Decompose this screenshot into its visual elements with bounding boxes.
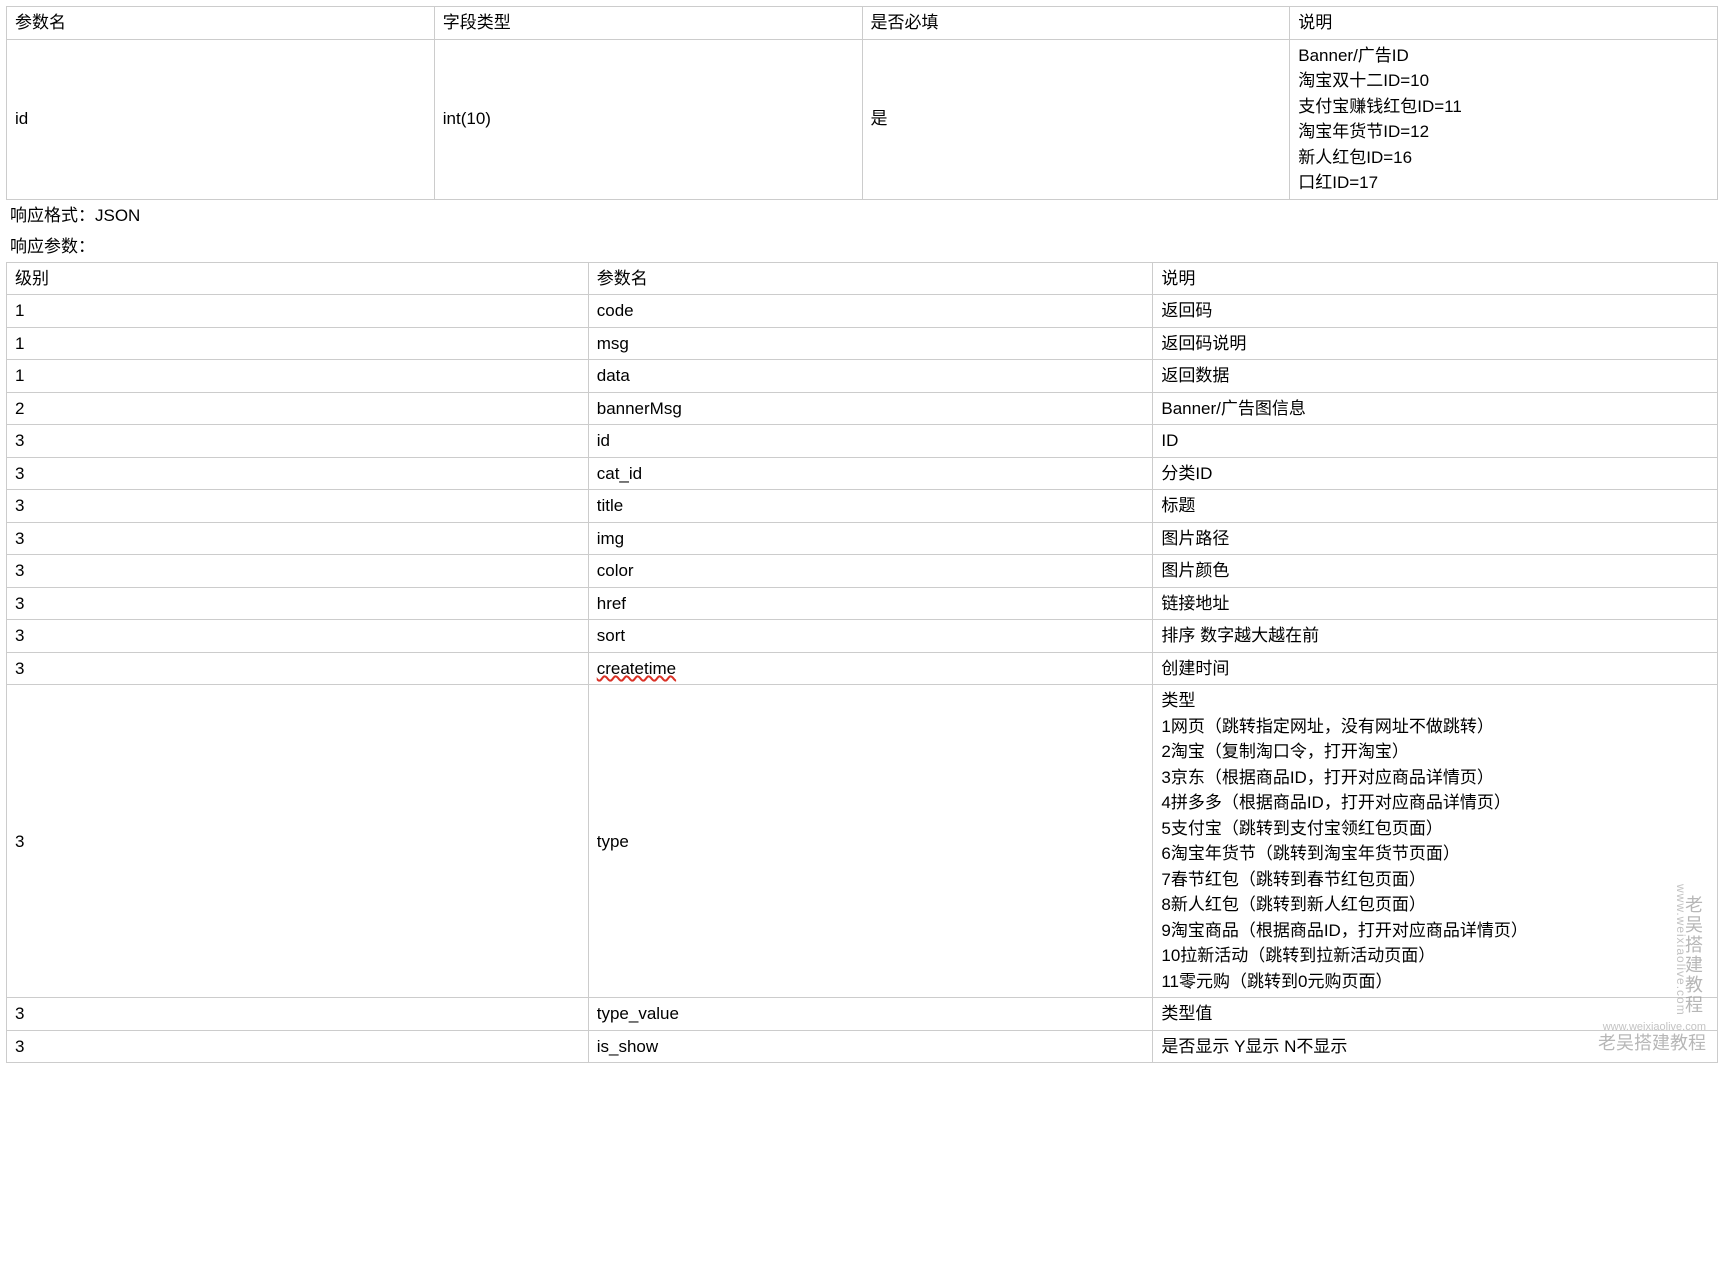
- cell-param: sort: [588, 620, 1153, 653]
- cell-desc: 是否显示 Y显示 N不显示: [1153, 1030, 1718, 1063]
- header-description: 说明: [1290, 7, 1718, 40]
- table-row: 3sort排序 数字越大越在前: [7, 620, 1718, 653]
- cell-param: code: [588, 295, 1153, 328]
- cell-param: id: [588, 425, 1153, 458]
- cell-param: type_value: [588, 998, 1153, 1031]
- cell-param: createtime: [588, 652, 1153, 685]
- cell-level: 3: [7, 620, 589, 653]
- cell-param: type: [588, 685, 1153, 998]
- cell-desc: 返回码说明: [1153, 327, 1718, 360]
- header-param-name: 参数名: [7, 7, 435, 40]
- table-row: 3type类型 1网页（跳转指定网址，没有网址不做跳转） 2淘宝（复制淘口令，打…: [7, 685, 1718, 998]
- table-row: 1data返回数据: [7, 360, 1718, 393]
- table-row: 3createtime创建时间: [7, 652, 1718, 685]
- header-description: 说明: [1153, 262, 1718, 295]
- cell-desc: 类型 1网页（跳转指定网址，没有网址不做跳转） 2淘宝（复制淘口令，打开淘宝） …: [1153, 685, 1718, 998]
- cell-param: color: [588, 555, 1153, 588]
- cell-level: 3: [7, 490, 589, 523]
- cell-param: bannerMsg: [588, 392, 1153, 425]
- table-row: 3color图片颜色: [7, 555, 1718, 588]
- table-row: 3type_value类型值: [7, 998, 1718, 1031]
- cell-param: href: [588, 587, 1153, 620]
- header-field-type: 字段类型: [434, 7, 862, 40]
- response-format-label: 响应格式：JSON: [6, 200, 1718, 231]
- cell-desc: 返回数据: [1153, 360, 1718, 393]
- cell-desc: Banner/广告ID 淘宝双十二ID=10 支付宝赚钱红包ID=11 淘宝年货…: [1290, 39, 1718, 199]
- table-header-row: 参数名 字段类型 是否必填 说明: [7, 7, 1718, 40]
- cell-level: 3: [7, 652, 589, 685]
- table-row: 3is_show是否显示 Y显示 N不显示: [7, 1030, 1718, 1063]
- cell-level: 3: [7, 587, 589, 620]
- header-param-name: 参数名: [588, 262, 1153, 295]
- cell-desc: 标题: [1153, 490, 1718, 523]
- cell-param: data: [588, 360, 1153, 393]
- cell-desc: 创建时间: [1153, 652, 1718, 685]
- header-level: 级别: [7, 262, 589, 295]
- cell-param: img: [588, 522, 1153, 555]
- cell-param: id: [7, 39, 435, 199]
- header-required: 是否必填: [862, 7, 1290, 40]
- cell-desc: 类型值: [1153, 998, 1718, 1031]
- cell-param: title: [588, 490, 1153, 523]
- table-row: 3cat_id分类ID: [7, 457, 1718, 490]
- cell-desc: 返回码: [1153, 295, 1718, 328]
- cell-desc: 图片颜色: [1153, 555, 1718, 588]
- cell-level: 1: [7, 360, 589, 393]
- response-params-table: 级别 参数名 说明 1code返回码1msg返回码说明1data返回数据2ban…: [6, 262, 1718, 1064]
- cell-desc: 链接地址: [1153, 587, 1718, 620]
- cell-level: 1: [7, 295, 589, 328]
- cell-level: 3: [7, 457, 589, 490]
- cell-level: 2: [7, 392, 589, 425]
- table-row: 1msg返回码说明: [7, 327, 1718, 360]
- request-params-table: 参数名 字段类型 是否必填 说明 id int(10) 是 Banner/广告I…: [6, 6, 1718, 200]
- response-params-label: 响应参数：: [6, 231, 1718, 262]
- table-header-row: 级别 参数名 说明: [7, 262, 1718, 295]
- cell-param: msg: [588, 327, 1153, 360]
- table-row: 3title标题: [7, 490, 1718, 523]
- cell-level: 1: [7, 327, 589, 360]
- cell-level: 3: [7, 998, 589, 1031]
- table-row: id int(10) 是 Banner/广告ID 淘宝双十二ID=10 支付宝赚…: [7, 39, 1718, 199]
- cell-level: 3: [7, 522, 589, 555]
- cell-param: is_show: [588, 1030, 1153, 1063]
- cell-level: 3: [7, 555, 589, 588]
- table-row: 3href链接地址: [7, 587, 1718, 620]
- cell-desc: 分类ID: [1153, 457, 1718, 490]
- table-row: 3idID: [7, 425, 1718, 458]
- cell-required: 是: [862, 39, 1290, 199]
- table-row: 1code返回码: [7, 295, 1718, 328]
- cell-desc: Banner/广告图信息: [1153, 392, 1718, 425]
- cell-desc: 排序 数字越大越在前: [1153, 620, 1718, 653]
- cell-param: cat_id: [588, 457, 1153, 490]
- cell-level: 3: [7, 685, 589, 998]
- table-row: 2bannerMsgBanner/广告图信息: [7, 392, 1718, 425]
- table-row: 3img图片路径: [7, 522, 1718, 555]
- cell-desc: ID: [1153, 425, 1718, 458]
- cell-level: 3: [7, 1030, 589, 1063]
- cell-type: int(10): [434, 39, 862, 199]
- cell-desc: 图片路径: [1153, 522, 1718, 555]
- cell-level: 3: [7, 425, 589, 458]
